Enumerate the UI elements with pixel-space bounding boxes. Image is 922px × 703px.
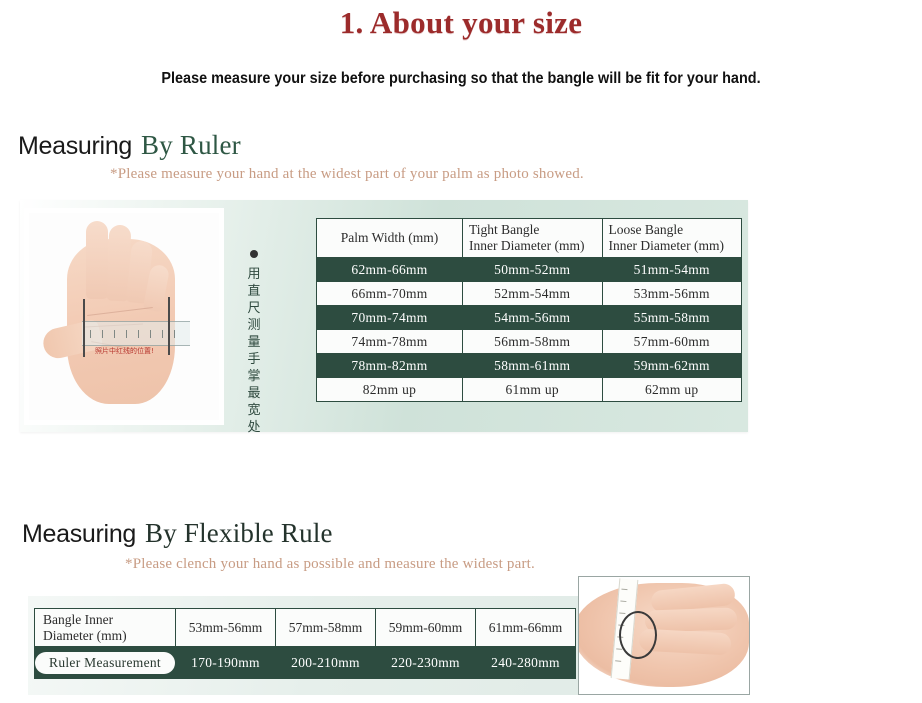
vnote-char: 处 xyxy=(247,420,261,435)
cell-loose: 53mm-56mm xyxy=(601,281,742,306)
th-range: 53mm-56mm xyxy=(175,608,276,647)
cell-palm-width: 74mm-78mm xyxy=(316,329,463,354)
row-label-cell: Ruler Measurement xyxy=(34,646,176,679)
section1-heading-rest: By Ruler xyxy=(141,130,241,160)
cell-ruler-measurement: 240-280mm xyxy=(475,646,576,679)
th-line1: Bangle Inner xyxy=(43,611,114,627)
page-subtitle: Please measure your size before purchasi… xyxy=(161,70,761,87)
th-line2: Diameter (mm) xyxy=(43,627,127,643)
cell-tight: 58mm-61mm xyxy=(462,353,603,378)
cell-tight: 61mm up xyxy=(462,377,603,402)
th-bangle-inner-diameter: Bangle Inner Diameter (mm) xyxy=(34,608,176,647)
cell-ruler-measurement: 170-190mm xyxy=(175,646,276,679)
highlight-circle xyxy=(619,611,657,659)
photo-caption-cn: 照片中红线的位置! xyxy=(95,347,154,355)
palm-with-ruler-photo: 照片中红线的位置! xyxy=(24,208,224,425)
measure-line-right xyxy=(168,297,170,355)
th-palm-width: Palm Width (mm) xyxy=(316,218,463,258)
cell-ruler-measurement: 220-230mm xyxy=(375,646,476,679)
flexible-rule-table: Bangle Inner Diameter (mm) 53mm-56mm 57m… xyxy=(34,608,576,679)
table-row: 74mm-78mm 56mm-58mm 57mm-60mm xyxy=(316,329,742,354)
table-row: 70mm-74mm 54mm-56mm 55mm-58mm xyxy=(316,305,742,330)
th-line2: Inner Diameter (mm) xyxy=(469,238,585,253)
vertical-note-cn: 用 直 尺 测 量 手 掌 最 宽 处 xyxy=(243,250,265,436)
cell-ruler-measurement: 200-210mm xyxy=(275,646,376,679)
ruler-measurement-pill: Ruler Measurement xyxy=(35,651,175,674)
th-range: 57mm-58mm xyxy=(275,608,376,647)
finger-index xyxy=(86,221,108,299)
cell-palm-width: 66mm-70mm xyxy=(316,281,463,306)
section1-note: *Please measure your hand at the widest … xyxy=(110,166,584,182)
cell-palm-width: 62mm-66mm xyxy=(316,257,463,282)
table-header-row: Bangle Inner Diameter (mm) 53mm-56mm 57m… xyxy=(34,608,576,647)
section2-heading-rest: By Flexible Rule xyxy=(145,518,333,548)
vnote-char: 量 xyxy=(247,335,261,350)
cell-loose: 62mm up xyxy=(601,377,742,402)
th-tight-bangle: Tight Bangle Inner Diameter (mm) xyxy=(462,218,603,258)
th-loose-bangle: Loose Bangle Inner Diameter (mm) xyxy=(601,218,742,258)
cell-palm-width: 78mm-82mm xyxy=(316,353,463,378)
cell-palm-width: 70mm-74mm xyxy=(316,305,463,330)
section2-note: *Please clench your hand as possible and… xyxy=(125,556,535,572)
vnote-char: 宽 xyxy=(247,403,261,418)
table-row: 78mm-82mm 58mm-61mm 59mm-62mm xyxy=(316,353,742,378)
size-guide-page: 1. About your size Please measure your s… xyxy=(0,0,922,703)
vnote-char: 手 xyxy=(247,352,261,367)
vnote-char: 尺 xyxy=(247,301,261,316)
cell-loose: 55mm-58mm xyxy=(601,305,742,330)
vnote-char: 掌 xyxy=(247,369,261,384)
section2-heading: Measuring By Flexible Rule xyxy=(22,518,333,549)
palm-width-table: Palm Width (mm) Tight Bangle Inner Diame… xyxy=(316,218,742,402)
vnote-char: 用 xyxy=(247,267,261,282)
table-row: 66mm-70mm 52mm-54mm 53mm-56mm xyxy=(316,281,742,306)
page-title: 1. About your size xyxy=(339,5,583,40)
vnote-char: 测 xyxy=(247,318,261,333)
bullet-dot-icon xyxy=(250,250,258,258)
th-line1: Tight Bangle xyxy=(469,222,540,237)
cell-loose: 57mm-60mm xyxy=(601,329,742,354)
table-row: 62mm-66mm 50mm-52mm 51mm-54mm xyxy=(316,257,742,282)
tape-clip-icon xyxy=(626,576,639,577)
section1-heading: Measuring By Ruler xyxy=(18,130,241,161)
table-header-row: Palm Width (mm) Tight Bangle Inner Diame… xyxy=(316,218,742,258)
hand-with-measuring-tape-photo xyxy=(578,576,750,695)
cell-tight: 54mm-56mm xyxy=(462,305,603,330)
table-row: Ruler Measurement 170-190mm 200-210mm 22… xyxy=(34,646,576,679)
th-range: 61mm-66mm xyxy=(475,608,576,647)
cell-tight: 56mm-58mm xyxy=(462,329,603,354)
vnote-char: 直 xyxy=(247,284,261,299)
cell-palm-width: 82mm up xyxy=(316,377,463,402)
section1-heading-measuring: Measuring xyxy=(18,132,133,160)
cell-tight: 50mm-52mm xyxy=(462,257,603,282)
th-range: 59mm-60mm xyxy=(375,608,476,647)
table-row: 82mm up 61mm up 62mm up xyxy=(316,377,742,402)
photo-inner: 照片中红线的位置! xyxy=(29,213,219,420)
th-line1: Loose Bangle xyxy=(608,222,684,237)
measure-line-left xyxy=(83,299,85,357)
section2-heading-measuring: Measuring xyxy=(22,520,137,548)
cell-loose: 51mm-54mm xyxy=(601,257,742,282)
cell-tight: 52mm-54mm xyxy=(462,281,603,306)
cell-loose: 59mm-62mm xyxy=(601,353,742,378)
ruler-overlay xyxy=(82,321,190,346)
vnote-char: 最 xyxy=(247,386,261,401)
th-line2: Inner Diameter (mm) xyxy=(608,238,724,253)
